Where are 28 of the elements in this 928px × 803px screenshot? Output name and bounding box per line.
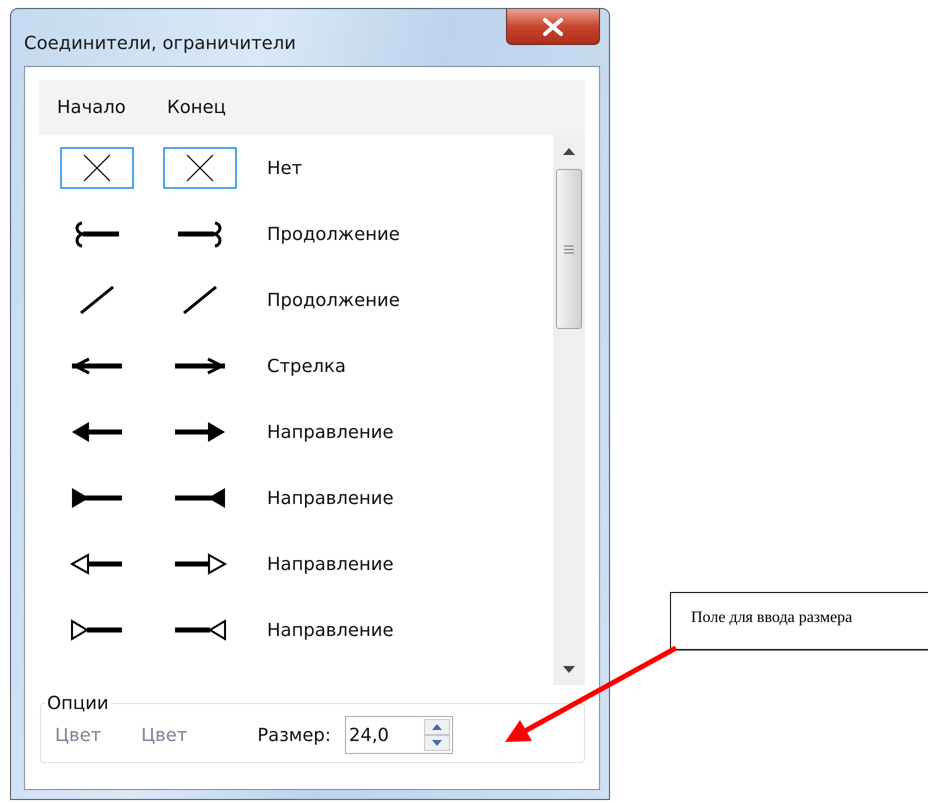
annotation-text: Поле для ввода размера — [691, 609, 852, 626]
scrollbar-thumb[interactable] — [556, 169, 582, 329]
close-icon — [542, 18, 564, 36]
column-heading: Конец — [166, 97, 227, 118]
window-title: Соединители, ограничители — [24, 33, 296, 54]
marker-label: Продолжение — [267, 290, 400, 310]
spin-up-button[interactable] — [424, 719, 450, 735]
grip-icon — [564, 244, 574, 254]
scrollbar[interactable] — [553, 135, 585, 685]
marker-label: Продолжение — [267, 224, 400, 244]
size-spinner[interactable]: 24,0 — [344, 716, 453, 754]
marker-label: Направление — [267, 620, 394, 640]
spin-down-button[interactable] — [424, 735, 450, 751]
scroll-up-icon[interactable] — [563, 148, 575, 154]
marker-label: Направление — [267, 422, 394, 442]
close-button[interactable] — [506, 9, 600, 45]
marker-label: Стрелка — [267, 356, 346, 376]
marker-label: Нет — [267, 158, 302, 178]
column-heading: Начало — [56, 97, 127, 118]
size-label: Размер: — [257, 724, 331, 746]
scroll-down-icon[interactable] — [563, 666, 575, 672]
marker-label: Направление — [267, 554, 394, 574]
marker-label: Направление — [267, 488, 394, 508]
end-marker-option[interactable] — [163, 147, 237, 189]
group-title: Опции — [46, 693, 110, 714]
start-marker-option[interactable] — [60, 147, 134, 189]
up-icon — [432, 724, 442, 730]
down-icon — [432, 740, 442, 746]
